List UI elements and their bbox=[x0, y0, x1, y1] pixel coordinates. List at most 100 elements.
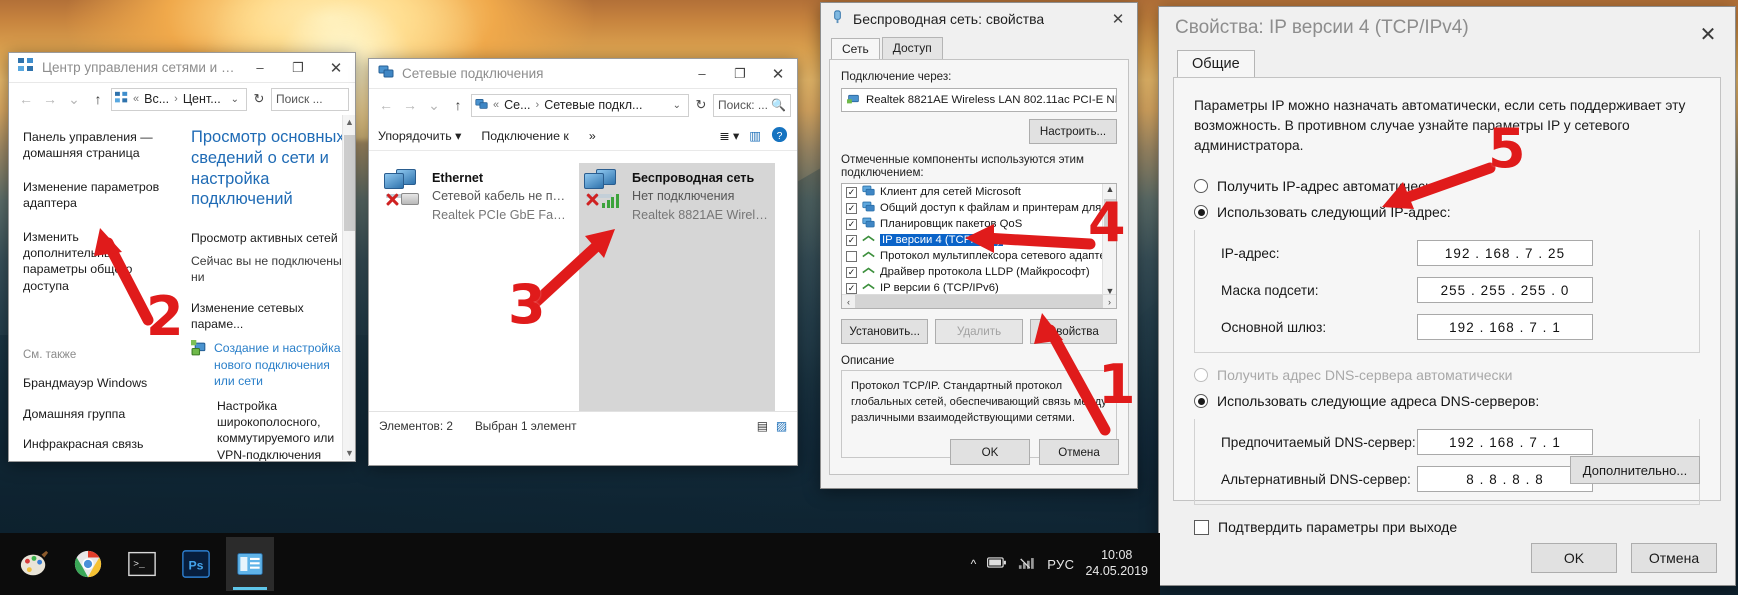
win4-cancel-button[interactable]: Отмена bbox=[1631, 543, 1717, 573]
advanced-button[interactable]: Дополнительно... bbox=[1570, 456, 1700, 484]
tab-sharing[interactable]: Доступ bbox=[881, 37, 943, 59]
taskbar[interactable]: >_ Ps ^ РУС 10:08 24.05.2019 bbox=[0, 533, 1160, 595]
tray-expand-icon[interactable]: ^ bbox=[971, 557, 977, 571]
wireless-properties-button[interactable]: Свойства bbox=[1029, 319, 1117, 344]
win2-back-icon[interactable]: ← bbox=[375, 97, 397, 113]
toolbar-overflow-button[interactable]: » bbox=[589, 129, 596, 143]
win4-ok-button[interactable]: OK bbox=[1531, 543, 1617, 573]
preferred-dns-row[interactable]: Предпочитаемый DNS-сервер: 192 . 168 . 7… bbox=[1221, 429, 1699, 456]
radio-selected-icon[interactable] bbox=[1194, 205, 1208, 220]
win4-footer[interactable]: OK Отмена bbox=[1531, 543, 1717, 573]
clock[interactable]: 10:08 24.05.2019 bbox=[1085, 548, 1148, 579]
see-also-infrared[interactable]: Инфракрасная связь bbox=[23, 436, 177, 452]
win3-tabstrip[interactable]: Сеть Доступ bbox=[821, 35, 1137, 60]
win2-crumb-current[interactable]: Сетевые подкл... bbox=[544, 98, 642, 112]
subnet-mask-row[interactable]: Маска подсети: 255 . 255 . 255 . 0 bbox=[1221, 277, 1699, 304]
win2-maximize-button[interactable]: ❐ bbox=[721, 59, 759, 89]
win3-footer[interactable]: OK Отмена bbox=[950, 439, 1119, 465]
system-tray[interactable]: ^ РУС 10:08 24.05.2019 bbox=[971, 548, 1160, 579]
win1-address-bar[interactable]: « Вс... › Цент... ⌄ bbox=[111, 87, 247, 111]
win4-close-button[interactable]: ✕ bbox=[1681, 13, 1735, 55]
win1-recent-locations-icon[interactable]: ⌄ bbox=[63, 91, 85, 108]
taskbar-chrome-button[interactable] bbox=[64, 537, 112, 591]
win2-address-dropdown-icon[interactable]: ⌄ bbox=[673, 100, 685, 111]
win1-window-controls[interactable]: – ❐ ✕ bbox=[241, 53, 355, 83]
preview-pane-icon[interactable]: ▥ bbox=[749, 128, 761, 143]
obtain-dns-automatically-row[interactable]: Получить адрес DNS-сервера автоматически bbox=[1194, 367, 1700, 383]
win1-minimize-button[interactable]: – bbox=[241, 53, 279, 83]
scroll-right-icon[interactable]: › bbox=[1103, 297, 1116, 307]
win1-address-dropdown-icon[interactable]: ⌄ bbox=[231, 94, 243, 105]
install-button[interactable]: Установить... bbox=[841, 319, 929, 344]
tab-network[interactable]: Сеть bbox=[831, 38, 880, 60]
checkbox-checked-icon[interactable]: ✓ bbox=[846, 202, 857, 214]
component-row-lldp[interactable]: ✓ Драйвер протокола LLDP (Майкрософт) bbox=[842, 264, 1116, 280]
ip-address-input[interactable]: 192 . 168 . 7 . 25 bbox=[1417, 240, 1593, 267]
component-row-qos[interactable]: ✓ Планировщик пакетов QoS bbox=[842, 216, 1116, 232]
alternate-dns-input[interactable]: 8 . 8 . 8 . 8 bbox=[1417, 466, 1593, 493]
help-icon[interactable]: ? bbox=[771, 126, 788, 146]
win2-titlebar[interactable]: Сетевые подключения – ❐ ✕ bbox=[369, 59, 797, 89]
obtain-ip-automatically-row[interactable]: Получить IP-адрес автоматически bbox=[1194, 178, 1700, 194]
win1-crumb-root[interactable]: Вс... bbox=[144, 92, 169, 106]
win4-tabstrip[interactable]: Общие bbox=[1159, 49, 1735, 77]
component-row-client[interactable]: ✓ Клиент для сетей Microsoft bbox=[842, 184, 1116, 200]
ipv4-component-row[interactable]: ✓ IP версии 4 (TCP/IPv4) bbox=[842, 232, 1116, 248]
tiles-view-icon[interactable]: ▨ bbox=[776, 419, 787, 433]
win2-refresh-icon[interactable]: ↻ bbox=[691, 97, 711, 113]
win1-refresh-icon[interactable]: ↻ bbox=[249, 91, 269, 107]
component-row-multiplexor[interactable]: Протокол мультиплексора сетевого адаптер… bbox=[842, 248, 1116, 264]
win3-window-controls[interactable]: ✕ bbox=[1099, 4, 1137, 34]
default-gateway-input[interactable]: 192 . 168 . 7 . 1 bbox=[1417, 314, 1593, 341]
tab-general[interactable]: Общие bbox=[1177, 50, 1255, 77]
checkbox-checked-icon[interactable]: ✓ bbox=[846, 266, 857, 278]
win2-recent-locations-icon[interactable]: ⌄ bbox=[423, 97, 445, 114]
validate-settings-row[interactable]: Подтвердить параметры при выходе bbox=[1194, 519, 1700, 535]
component-row-file-sharing[interactable]: ✓ Общий доступ к файлам и принтерам для … bbox=[842, 200, 1116, 216]
checkbox-checked-icon[interactable]: ✓ bbox=[846, 282, 857, 294]
taskbar-explorer-button[interactable] bbox=[226, 537, 274, 591]
win2-minimize-button[interactable]: – bbox=[683, 59, 721, 89]
checkbox-unchecked-icon[interactable] bbox=[846, 250, 857, 262]
win1-scrollbar[interactable]: ▲ ▼ bbox=[342, 115, 355, 460]
wireless-connection-item[interactable]: Беспроводная сеть Нет подключения Realte… bbox=[579, 163, 775, 439]
win2-search-input[interactable]: Поиск: ... 🔍 bbox=[713, 93, 791, 117]
hscroll-track[interactable] bbox=[855, 295, 1103, 308]
win2-crumb-root[interactable]: Се... bbox=[504, 98, 530, 112]
see-also-homegroup[interactable]: Домашняя группа bbox=[23, 406, 177, 422]
component-action-buttons[interactable]: Установить... Удалить Свойства bbox=[841, 319, 1117, 344]
radio-selected-icon[interactable] bbox=[1194, 394, 1208, 409]
ip-address-row[interactable]: IP-адрес: 192 . 168 . 7 . 25 bbox=[1221, 240, 1699, 267]
win4-window-controls[interactable]: ✕ bbox=[1681, 13, 1735, 46]
win2-up-icon[interactable]: ↑ bbox=[447, 97, 469, 113]
use-following-dns-radio[interactable]: Использовать следующие адреса DNS-сервер… bbox=[1194, 393, 1700, 409]
checkbox-checked-icon[interactable]: ✓ bbox=[846, 186, 857, 198]
taskbar-command-prompt-button[interactable]: >_ bbox=[118, 537, 166, 591]
connect-to-button[interactable]: Подключение к bbox=[481, 129, 568, 143]
taskbar-icons[interactable]: >_ Ps bbox=[0, 537, 274, 591]
configure-button[interactable]: Настроить... bbox=[1029, 119, 1117, 144]
battery-icon[interactable] bbox=[987, 556, 1007, 572]
win1-navigation-bar[interactable]: ← → ⌄ ↑ « Вс... › Цент... ⌄ ↻ Поиск ... bbox=[9, 83, 355, 115]
win1-scroll-down-icon[interactable]: ▼ bbox=[343, 448, 355, 458]
view-toggle-group[interactable]: ▤ ▨ bbox=[757, 419, 787, 433]
win3-titlebar[interactable]: Беспроводная сеть: свойства ✕ bbox=[821, 3, 1137, 35]
network-tray-icon[interactable] bbox=[1018, 556, 1036, 573]
preferred-dns-input[interactable]: 192 . 168 . 7 . 1 bbox=[1417, 429, 1593, 456]
win3-close-button[interactable]: ✕ bbox=[1099, 4, 1137, 34]
network-connections-window[interactable]: Сетевые подключения – ❐ ✕ ← → ⌄ ↑ « Се..… bbox=[368, 58, 798, 466]
checkbox-checked-icon[interactable]: ✓ bbox=[846, 234, 857, 246]
win3-cancel-button[interactable]: Отмена bbox=[1039, 439, 1119, 465]
win1-up-icon[interactable]: ↑ bbox=[87, 91, 109, 107]
network-sharing-center-window[interactable]: Центр управления сетями и об... – ❐ ✕ ← … bbox=[8, 52, 356, 462]
default-gateway-row[interactable]: Основной шлюз: 192 . 168 . 7 . 1 bbox=[1221, 314, 1699, 341]
setup-new-connection-link[interactable]: Создание и настройка нового подключения … bbox=[214, 340, 347, 389]
checkbox-checked-icon[interactable]: ✓ bbox=[846, 218, 857, 230]
win4-titlebar[interactable]: Свойства: IP версии 4 (TCP/IPv4) ✕ bbox=[1159, 7, 1735, 49]
win3-ok-button[interactable]: OK bbox=[950, 439, 1030, 465]
see-also-firewall[interactable]: Брандмауэр Windows bbox=[23, 375, 177, 391]
ipv4-properties-dialog[interactable]: Свойства: IP версии 4 (TCP/IPv4) ✕ Общие… bbox=[1158, 6, 1736, 586]
win2-address-bar[interactable]: « Се... › Сетевые подкл... ⌄ bbox=[471, 93, 689, 117]
checkbox-unchecked-icon[interactable] bbox=[1194, 519, 1209, 535]
radio-unselected-icon[interactable] bbox=[1194, 179, 1208, 194]
